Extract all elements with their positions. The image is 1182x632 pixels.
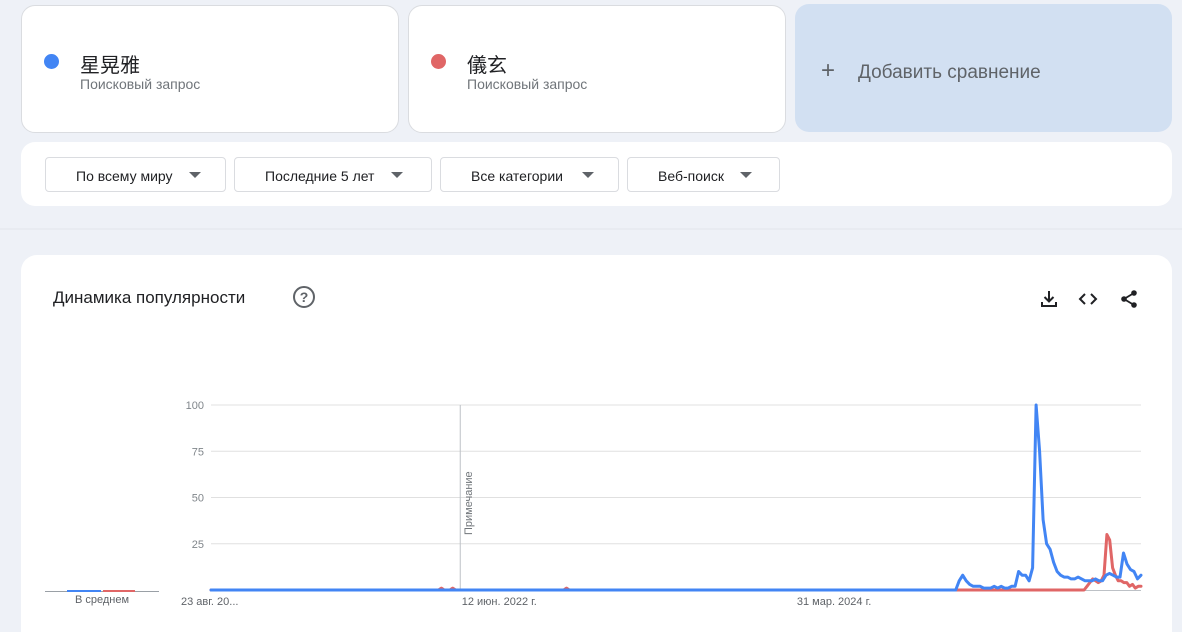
region-filter-dropdown[interactable]: По всему миру xyxy=(45,157,226,192)
add-comparison-button[interactable]: + Добавить сравнение xyxy=(795,4,1172,132)
interest-over-time-card: Динамика популярности ? В среднем 25 50 75… xyxy=(21,255,1172,632)
interest-line-chart[interactable]: 25 50 75 100 Примечание 23 авг. 20... 12 июн. … xyxy=(21,255,1172,632)
section-divider xyxy=(0,228,1182,230)
filter-label: Последние 5 лет xyxy=(265,168,375,184)
dropdown-arrow-icon xyxy=(740,172,752,178)
search-term-name[interactable]: 儀玄 xyxy=(467,49,507,78)
filter-label: По всему миру xyxy=(76,168,173,184)
note-marker-label: Примечание xyxy=(463,471,475,535)
series-line-2 xyxy=(209,533,1143,592)
search-type-filter-dropdown[interactable]: Веб-поиск xyxy=(627,157,780,192)
search-term-type: Поисковый запрос xyxy=(80,76,201,92)
filter-bar: По всему миру Последние 5 лет Все катего… xyxy=(21,142,1172,206)
search-term-type: Поисковый запрос xyxy=(467,76,588,92)
dropdown-arrow-icon xyxy=(582,172,594,178)
plus-icon: + xyxy=(821,57,836,84)
x-tick-label: 12 июн. 2022 г. xyxy=(462,596,537,608)
add-comparison-label: Добавить сравнение xyxy=(858,62,1041,83)
y-tick-label: 100 xyxy=(186,400,204,412)
search-term-card-1[interactable]: 星晃雅 Поисковый запрос xyxy=(21,5,399,133)
y-tick-label: 25 xyxy=(192,539,204,551)
filter-label: Веб-поиск xyxy=(658,168,724,184)
x-tick-label: 31 мар. 2024 г. xyxy=(797,596,871,608)
search-term-card-2[interactable]: 儀玄 Поисковый запрос xyxy=(408,5,786,133)
time-range-filter-dropdown[interactable]: Последние 5 лет xyxy=(234,157,432,192)
search-term-name[interactable]: 星晃雅 xyxy=(80,49,140,78)
category-filter-dropdown[interactable]: Все категории xyxy=(440,157,619,192)
dropdown-arrow-icon xyxy=(189,172,201,178)
series-color-dot xyxy=(44,54,59,69)
series-color-dot xyxy=(431,54,446,69)
dropdown-arrow-icon xyxy=(391,172,403,178)
y-tick-label: 50 xyxy=(192,493,204,505)
x-tick-label: 23 авг. 20... xyxy=(181,596,238,608)
y-tick-label: 75 xyxy=(192,446,204,458)
filter-label: Все категории xyxy=(471,168,563,184)
